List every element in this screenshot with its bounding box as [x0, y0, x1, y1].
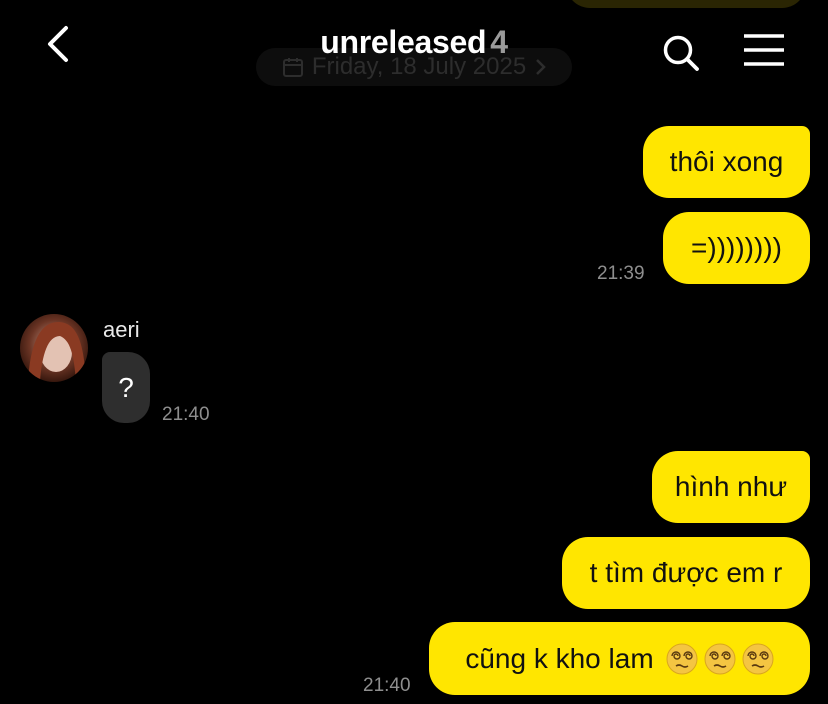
message-bubble-outgoing[interactable]: thôi xong — [643, 126, 810, 198]
menu-button[interactable] — [742, 32, 786, 68]
avatar-photo — [20, 314, 88, 382]
message-emoji — [660, 643, 774, 675]
dizzy-face-emoji-icon — [742, 643, 774, 674]
chat-screen: Friday, 18 July 2025 unreleased 4 thôi xo… — [0, 0, 828, 704]
message-text: =)))))))) — [691, 232, 782, 263]
message-text: thôi xong — [669, 146, 784, 177]
message-text: t tìm được em r — [589, 557, 783, 588]
message-timestamp: 21:40 — [363, 675, 411, 696]
message-timestamp: 21:40 — [162, 404, 210, 425]
message-text: hình như — [674, 471, 788, 502]
member-count: 4 — [490, 24, 508, 60]
message-bubble-outgoing[interactable]: cũng k kho lam — [429, 622, 810, 695]
message-text: cũng k kho lam — [465, 642, 654, 674]
message-timestamp: 21:39 — [597, 263, 645, 284]
chat-title[interactable]: unreleased 4 — [0, 24, 828, 61]
message-text: ? — [118, 371, 134, 403]
search-button[interactable] — [660, 32, 702, 74]
message-bubble-outgoing[interactable]: t tìm được em r — [562, 537, 810, 609]
search-icon — [663, 35, 699, 71]
message-bubble-outgoing[interactable]: hình như — [652, 451, 810, 523]
hamburger-menu-icon — [744, 34, 784, 66]
dizzy-face-emoji-icon — [666, 643, 698, 674]
message-bubble-incoming[interactable]: ? — [102, 352, 150, 423]
message-bubble-outgoing[interactable]: =)))))))) — [663, 212, 810, 284]
avatar[interactable] — [20, 314, 88, 382]
previous-message-bubble — [566, 0, 806, 8]
chat-name: unreleased — [320, 24, 487, 60]
dizzy-face-emoji-icon — [704, 643, 736, 674]
sender-name: aeri — [103, 317, 140, 342]
